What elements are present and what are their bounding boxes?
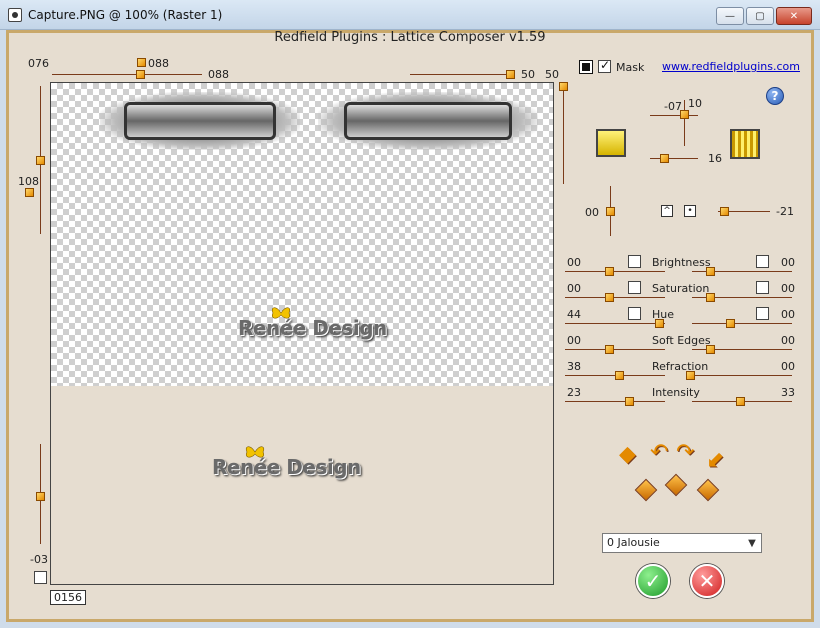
slider-value-left-a: 076: [28, 57, 49, 70]
adjust-right-value: 00: [781, 256, 795, 269]
rotate-left-icon[interactable]: ↶: [650, 440, 668, 465]
color-square-icon[interactable]: [580, 61, 592, 73]
adjust-label: Brightness: [652, 256, 711, 269]
adjust-right-checkbox[interactable]: [756, 255, 769, 268]
cancel-button[interactable]: ✕: [690, 564, 724, 598]
adjust-right-track[interactable]: [692, 323, 792, 324]
resize-arrow-icon[interactable]: ⬋: [706, 448, 724, 473]
plugin-title: Redfield Plugins : Lattice Composer v1.5…: [274, 30, 546, 45]
adjust-left-value: 44: [567, 308, 581, 321]
adjust-right-value: 00: [781, 282, 795, 295]
rotate-right-icon[interactable]: ↷: [676, 440, 694, 465]
tile-color-swatch[interactable]: [596, 129, 626, 157]
slider-thumb-left-lower[interactable]: [36, 492, 45, 501]
slider-value-left-upper: 108: [18, 175, 39, 188]
slider-thumb-left-upper-b[interactable]: [25, 188, 34, 197]
minimize-button[interactable]: —: [716, 7, 744, 25]
offset-track-h[interactable]: [650, 115, 698, 116]
slider-thumb-right-vertical[interactable]: [559, 82, 568, 91]
offset-track-h2[interactable]: [650, 158, 698, 159]
adjust-right-value: 00: [781, 360, 795, 373]
logo-text-lower: Renée Design: [212, 455, 361, 479]
adjust-right-thumb[interactable]: [706, 267, 715, 276]
adjust-left-track[interactable]: [565, 349, 665, 350]
adjust-right-value: 00: [781, 308, 795, 321]
slider-value-right-b: 50: [545, 68, 559, 81]
slider-track-top-b[interactable]: [52, 74, 202, 75]
offset-thumb-3[interactable]: [606, 207, 615, 216]
adjust-left-checkbox[interactable]: [628, 281, 641, 294]
adjust-left-checkbox[interactable]: [628, 307, 641, 320]
lock-checkbox[interactable]: [34, 571, 47, 584]
ok-button[interactable]: ✓: [636, 564, 670, 598]
adjust-label: Intensity: [652, 386, 700, 399]
offset-thumb-2[interactable]: [660, 154, 669, 163]
slider-track-top-right[interactable]: [410, 74, 514, 75]
slider-thumb-top-b[interactable]: [136, 70, 145, 79]
adjust-left-value: 23: [567, 386, 581, 399]
app-icon: [8, 8, 22, 22]
point-icon[interactable]: •: [684, 205, 696, 217]
adjust-label: Saturation: [652, 282, 710, 295]
adjust-left-thumb[interactable]: [605, 293, 614, 302]
redfield-link[interactable]: www.redfieldplugins.com: [662, 60, 800, 73]
adjust-left-value: 00: [567, 334, 581, 347]
adjust-left-thumb[interactable]: [655, 319, 664, 328]
mask-label: Mask: [616, 61, 645, 74]
adjust-right-checkbox[interactable]: [756, 307, 769, 320]
adjust-right-track[interactable]: [692, 375, 792, 376]
window-title: Capture.PNG @ 100% (Raster 1): [28, 8, 223, 22]
adjust-left-track[interactable]: [565, 401, 665, 402]
offset-value-d: 00: [585, 206, 599, 219]
offset-value-c: 16: [708, 152, 722, 165]
adjust-left-thumb[interactable]: [625, 397, 634, 406]
adjust-right-thumb[interactable]: [686, 371, 695, 380]
adjust-right-value: 33: [781, 386, 795, 399]
slider-value-right-a: 50: [521, 68, 535, 81]
adjust-right-thumb[interactable]: [726, 319, 735, 328]
adjust-right-checkbox[interactable]: [756, 281, 769, 294]
frame-counter: 0156: [50, 590, 86, 605]
adjust-left-track[interactable]: [565, 271, 665, 272]
offset-value-e: -21: [776, 205, 794, 218]
close-button[interactable]: ✕: [776, 7, 812, 25]
slider-thumb-top-a[interactable]: [137, 58, 146, 67]
offset-value-b: 10: [688, 97, 702, 110]
offset-thumb-4[interactable]: [720, 207, 729, 216]
slider-value-left-lower: -03: [30, 553, 48, 566]
adjust-label: Refraction: [652, 360, 709, 373]
mask-checkbox[interactable]: [598, 58, 611, 73]
adjust-left-thumb[interactable]: [605, 345, 614, 354]
ornament-right: [318, 92, 538, 150]
maximize-button[interactable]: ▢: [746, 7, 774, 25]
adjust-left-value: 00: [567, 256, 581, 269]
adjust-left-value: 00: [567, 282, 581, 295]
adjust-right-value: 00: [781, 334, 795, 347]
adjust-left-track[interactable]: [565, 323, 665, 324]
adjust-left-track[interactable]: [565, 297, 665, 298]
logo-text-upper: Renée Design: [238, 316, 387, 340]
chevron-down-icon[interactable]: ▼: [744, 535, 760, 551]
help-icon[interactable]: ?: [766, 87, 784, 105]
offset-track-v[interactable]: [684, 100, 685, 146]
adjust-left-thumb[interactable]: [605, 267, 614, 276]
slider-value-left-c: 088: [208, 68, 229, 81]
slider-thumb-left-upper[interactable]: [36, 156, 45, 165]
adjust-right-thumb[interactable]: [706, 293, 715, 302]
adjust-right-thumb[interactable]: [736, 397, 745, 406]
slider-track-right-vertical[interactable]: [563, 86, 564, 184]
mountain-icon[interactable]: ^: [661, 205, 673, 217]
adjust-right-thumb[interactable]: [706, 345, 715, 354]
slider-thumb-top-right[interactable]: [506, 70, 515, 79]
flip-vertical-icon[interactable]: ◆: [619, 442, 636, 467]
adjust-left-value: 38: [567, 360, 581, 373]
slider-value-left-b: 088: [148, 57, 169, 70]
adjust-left-checkbox[interactable]: [628, 255, 641, 268]
lattice-type-select[interactable]: 0 Jalousie: [602, 533, 762, 553]
ornament-left: [100, 92, 300, 150]
lattice-pattern-swatch[interactable]: [730, 129, 760, 159]
offset-thumb[interactable]: [680, 110, 689, 119]
adjust-left-thumb[interactable]: [615, 371, 624, 380]
adjust-label: Soft Edges: [652, 334, 711, 347]
